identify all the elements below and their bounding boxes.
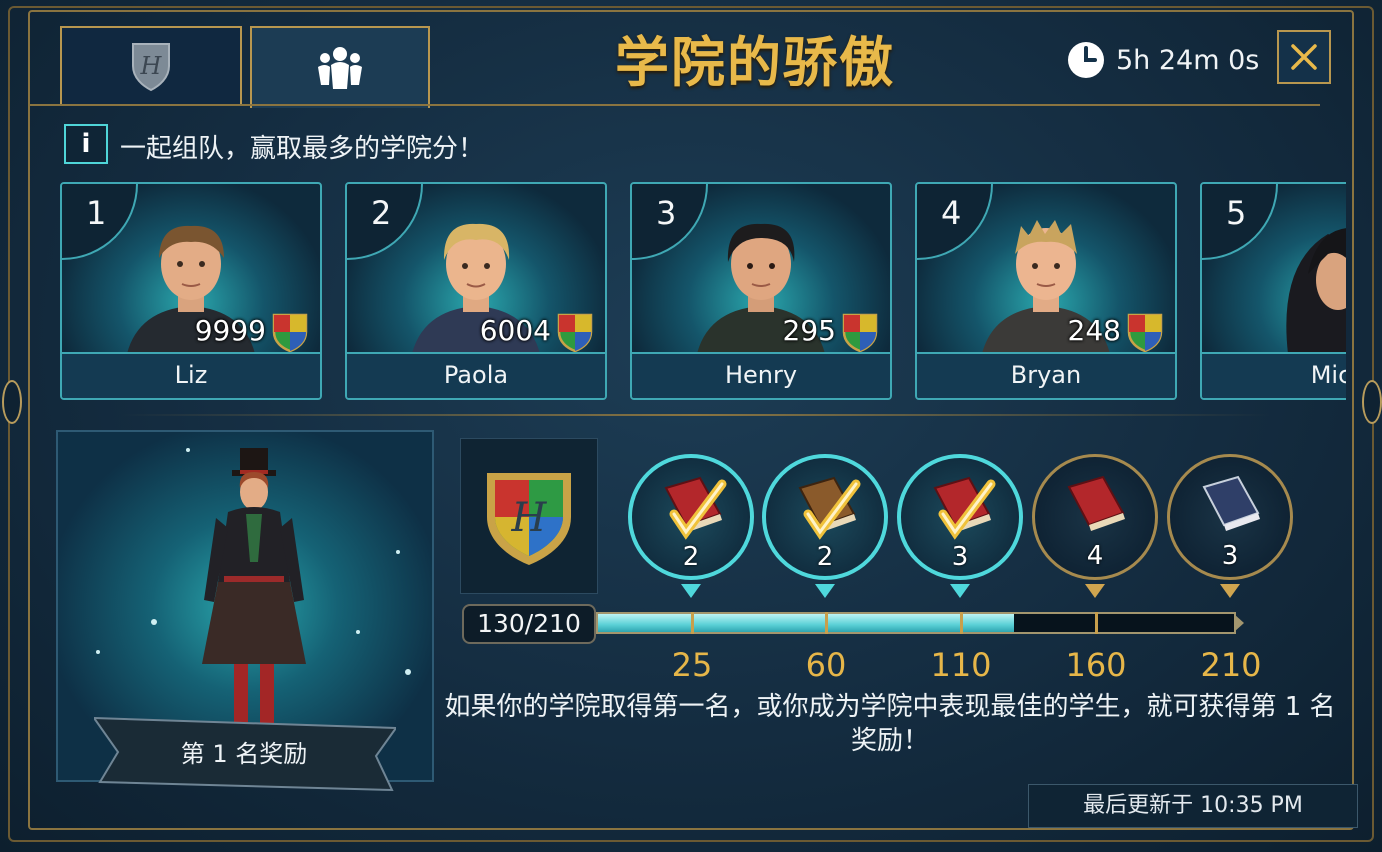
left-ornament xyxy=(2,380,22,424)
leaderboard: 1 9999 Liz 2 6004 Paola 3 295 Henry 4 24… xyxy=(60,182,1346,402)
tab-team[interactable] xyxy=(250,26,430,108)
milestone-threshold: 60 xyxy=(805,646,847,684)
right-ornament xyxy=(1362,380,1382,424)
student-card[interactable]: 1 9999 Liz xyxy=(60,182,322,400)
student-score: 248 xyxy=(1067,314,1121,347)
house-crest-icon: H xyxy=(487,473,571,565)
timer-text: 5h 24m 0s xyxy=(1116,44,1260,76)
house-shield-icon xyxy=(842,313,878,352)
house-shield-icon xyxy=(272,313,308,352)
clock-icon xyxy=(1068,42,1104,78)
header-divider xyxy=(30,104,1320,106)
house-pride-window: H 学院的骄傲 5h 24m 0s i 一起组队，赢取最多的学院分！ 1 999… xyxy=(0,0,1382,852)
milestone-reward[interactable]: 4 xyxy=(1032,454,1158,580)
student-score: 9999 xyxy=(194,314,266,347)
last-updated: 最后更新于 10:35 PM xyxy=(1028,784,1358,828)
milestone-threshold: 210 xyxy=(1200,646,1262,684)
house-crest-icon: H xyxy=(132,43,170,92)
student-name: Liz xyxy=(62,352,320,398)
student-card[interactable]: 3 295 Henry xyxy=(630,182,892,400)
house-crest-panel: H xyxy=(460,438,598,594)
book-icon xyxy=(1067,475,1125,531)
book-icon xyxy=(1202,475,1260,531)
student-name: Paola xyxy=(347,352,605,398)
progress-bar-end xyxy=(1234,614,1244,632)
progress-tick xyxy=(960,612,963,634)
book-icon xyxy=(933,476,996,540)
progress-tick xyxy=(1095,612,1098,634)
rank-number: 5 xyxy=(1226,194,1247,232)
tab-house[interactable]: H xyxy=(60,26,242,106)
rank-number: 3 xyxy=(656,194,677,232)
milestone-threshold: 25 xyxy=(671,646,713,684)
student-score: 295 xyxy=(782,314,836,347)
student-card[interactable]: 4 248 Bryan xyxy=(915,182,1177,400)
rank-number: 4 xyxy=(941,194,962,232)
house-shield-icon xyxy=(557,313,593,352)
info-icon: i xyxy=(81,129,91,159)
milestone-count: 3 xyxy=(1221,541,1239,571)
student-score: 6004 xyxy=(479,314,551,347)
rank-number: 1 xyxy=(86,194,107,232)
close-button[interactable] xyxy=(1277,30,1331,84)
book-icon xyxy=(798,476,861,540)
event-timer: 5h 24m 0s xyxy=(1066,40,1259,80)
milestone-reward[interactable]: 3 xyxy=(1167,454,1293,580)
info-button[interactable]: i xyxy=(64,124,108,164)
reward-description: 如果你的学院取得第一名，或你成为学院中表现最佳的学生，就可获得第 1 名奖励！ xyxy=(444,692,1336,756)
team-icon xyxy=(318,47,362,89)
reward-label: 第 1 名奖励 xyxy=(180,740,308,768)
svg-text:H: H xyxy=(511,495,548,541)
info-text: 一起组队，赢取最多的学院分！ xyxy=(120,134,485,164)
student-name: Henry xyxy=(632,352,890,398)
milestone-pointer xyxy=(950,584,970,598)
book-icon xyxy=(664,476,727,540)
milestone-count: 3 xyxy=(951,542,969,572)
progress-fill xyxy=(598,614,1014,632)
student-name: Bryan xyxy=(917,352,1175,398)
milestone-pointer xyxy=(1220,584,1240,598)
section-divider xyxy=(120,414,1270,416)
student-name: Mic xyxy=(1202,352,1346,398)
svg-text:H: H xyxy=(140,52,163,80)
milestone-count: 2 xyxy=(816,542,834,572)
milestone-count: 2 xyxy=(682,542,700,572)
progress-bar xyxy=(596,612,1236,634)
student-avatar xyxy=(1286,228,1346,354)
milestone-threshold: 160 xyxy=(1065,646,1127,684)
page-title: 学院的骄傲 xyxy=(615,31,895,94)
milestone-reward[interactable]: 2 xyxy=(762,454,888,580)
house-shield-icon xyxy=(1127,313,1163,352)
milestone-reward[interactable]: 3 xyxy=(897,454,1023,580)
milestone-pointer xyxy=(681,584,701,598)
student-card[interactable]: 5 Mic xyxy=(1200,182,1346,400)
milestone-pointer xyxy=(1085,584,1105,598)
milestone-reward[interactable]: 2 xyxy=(628,454,754,580)
milestone-count: 4 xyxy=(1086,541,1104,571)
close-icon xyxy=(1291,44,1317,70)
progress-label: 130/210 xyxy=(462,604,596,644)
student-card[interactable]: 2 6004 Paola xyxy=(345,182,607,400)
progress-tick xyxy=(825,612,828,634)
milestone-threshold: 110 xyxy=(930,646,992,684)
milestone-pointer xyxy=(815,584,835,598)
rank-number: 2 xyxy=(371,194,392,232)
progress-tick xyxy=(691,612,694,634)
